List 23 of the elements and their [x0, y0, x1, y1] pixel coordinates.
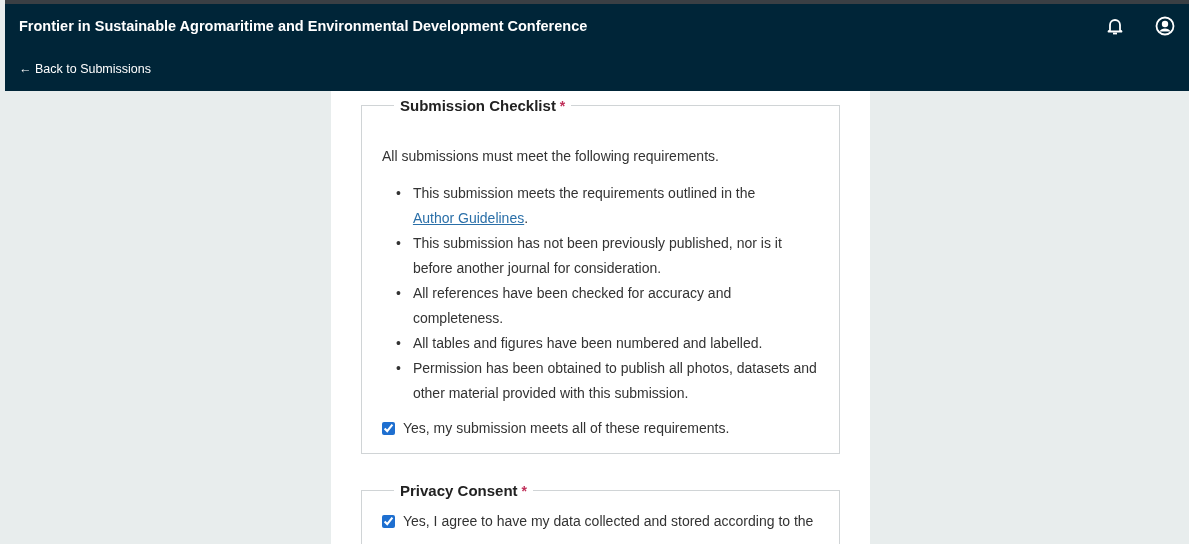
checkbox-label: Yes, I agree to have my data collected and stored according to the	[403, 512, 814, 531]
section-legend: Privacy Consent	[400, 482, 518, 499]
required-mark: *	[521, 483, 527, 499]
checkbox-label: Yes, my submission meets all of these requirements.	[403, 419, 730, 438]
bullet-mark: •	[396, 234, 401, 253]
required-mark: *	[559, 98, 566, 114]
user-avatar-icon[interactable]	[1155, 16, 1175, 36]
notification-bell-icon[interactable]	[1105, 16, 1125, 36]
checklist-item: All tables and figures have been numbered and labelled.	[412, 334, 764, 353]
checkbox[interactable]	[382, 422, 395, 435]
checklist-item: This submission meets the requirements outlined in the Author Guidelines.	[412, 184, 757, 228]
section-legend: Submission Checklist	[400, 97, 556, 114]
intro-text: All submissions must meet the following requirements.	[382, 147, 720, 166]
bullet-mark: •	[396, 184, 401, 203]
checklist-item: All references have been checked for accuracy and completeness.	[412, 284, 733, 328]
checkbox[interactable]	[382, 515, 395, 528]
checklist-item: This submission has not been previously published, nor is it before another journal for consideration.	[412, 234, 783, 278]
bullet-mark: •	[396, 334, 401, 353]
bullet-mark: •	[396, 359, 401, 378]
checklist-item: Permission has been obtained to publish all photos, datasets and other material provided with this submission.	[412, 359, 818, 403]
conference-title: Frontier in Sustainable Agromaritime and Environmental Development Conference	[19, 18, 588, 34]
bullet-mark: •	[396, 284, 401, 303]
back-link[interactable]: ← Back to Submissions	[19, 62, 151, 76]
